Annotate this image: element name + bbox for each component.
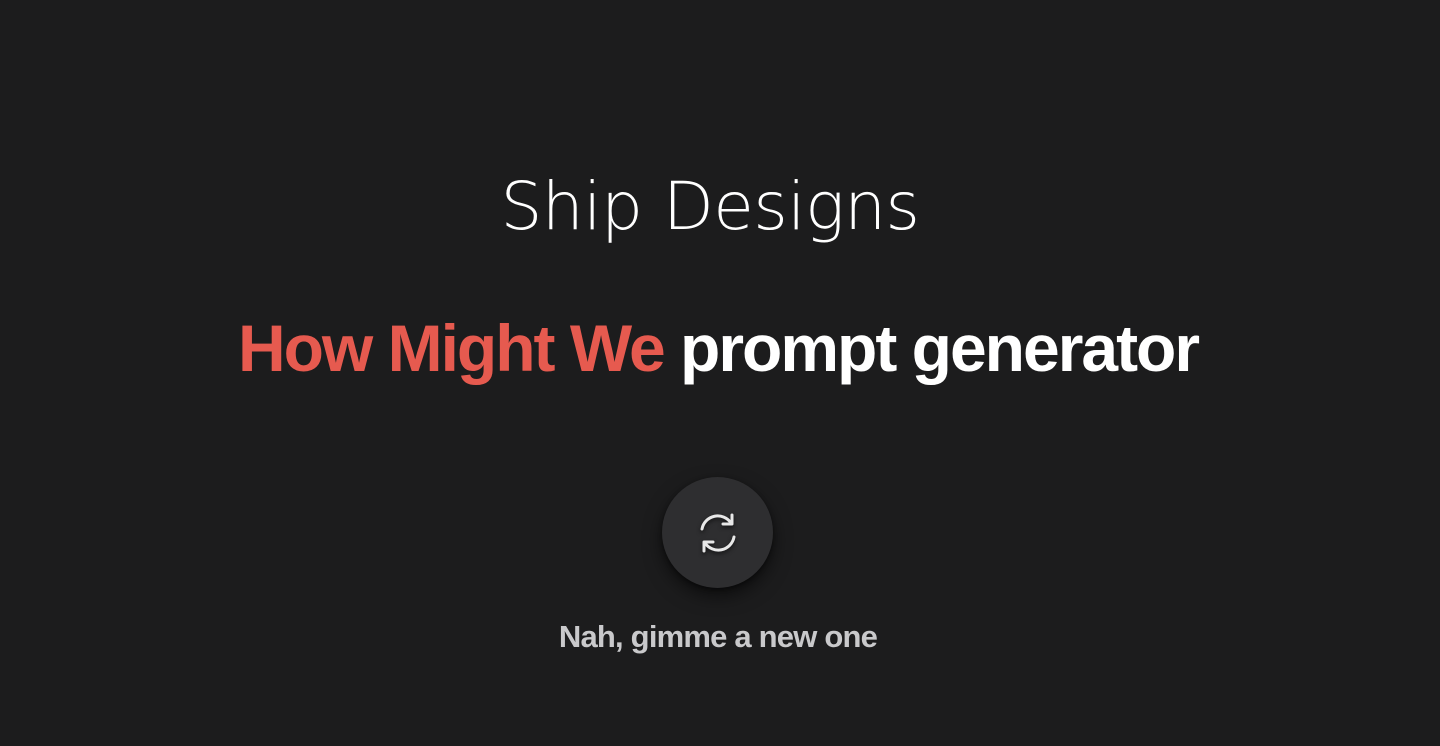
refresh-icon: [700, 513, 735, 552]
page-headline: How Might We prompt generator: [0, 308, 1436, 388]
headline-rest: prompt generator: [680, 311, 1200, 385]
refresh-caption: Nah, gimme a new one: [558, 619, 878, 654]
brand-title: Ship Designs: [500, 168, 920, 245]
page: Ship Designs How Might We prompt generat…: [0, 0, 1440, 746]
headline-accent: How Might We: [237, 311, 666, 385]
refresh-button[interactable]: [662, 477, 773, 588]
